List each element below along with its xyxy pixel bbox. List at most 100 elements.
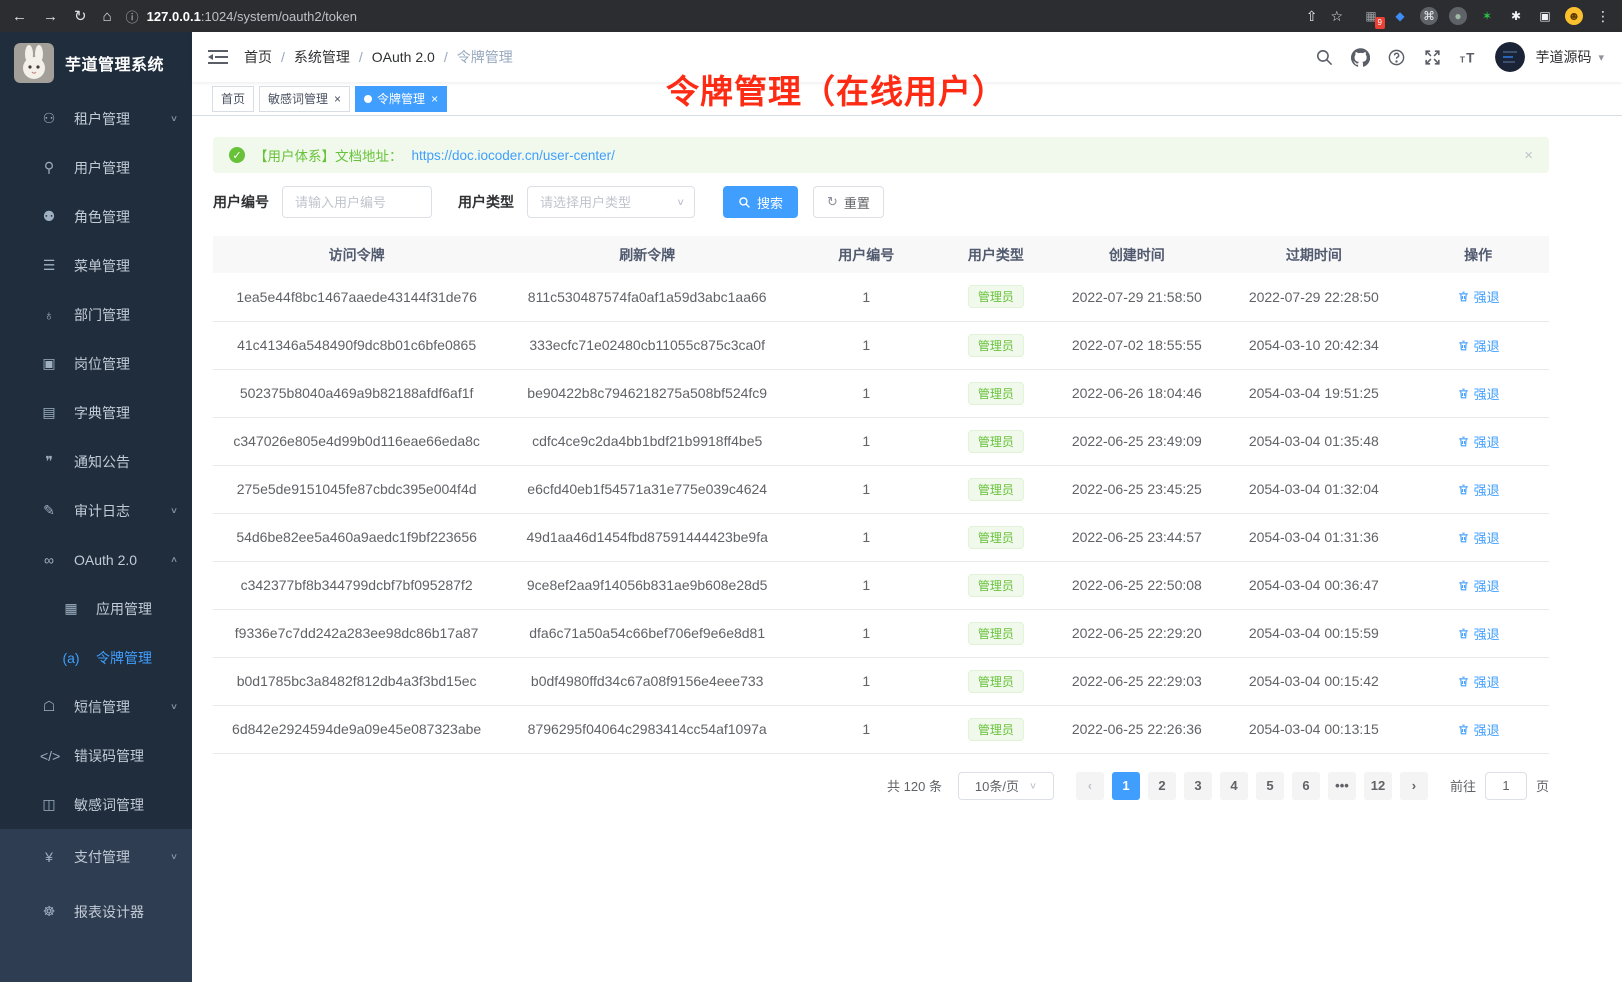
create-time-cell: 2022-06-25 23:49:09	[1053, 417, 1220, 465]
tag-item[interactable]: 首页	[212, 86, 254, 112]
search-icon[interactable]	[1315, 48, 1334, 67]
browser-extension-icon[interactable]: ●	[1449, 7, 1467, 25]
menu-item-label: 用户管理	[74, 158, 162, 178]
page-button[interactable]: ›	[1400, 772, 1428, 800]
user-type-select[interactable]: ∨	[527, 186, 695, 218]
trash-icon	[1457, 435, 1470, 448]
user-type-badge: 管理员	[968, 718, 1024, 741]
page-button[interactable]: 5	[1256, 772, 1284, 800]
force-logout-button[interactable]: 强退	[1457, 576, 1500, 595]
force-logout-button[interactable]: 强退	[1457, 720, 1500, 739]
sidebar-item[interactable]: ▤ 字典管理	[0, 388, 192, 437]
page-button[interactable]: 12	[1364, 772, 1392, 800]
bookmark-star-icon[interactable]: ☆	[1330, 8, 1343, 25]
user-avatar[interactable]	[1495, 42, 1525, 72]
table-row: 41c41346a548490f9dc8b01c6bfe0865 333ecfc…	[213, 321, 1549, 369]
alert-close-icon[interactable]: ×	[1524, 147, 1533, 164]
sidebar-menu: ⚇ 租户管理 ∨ ⚲ 用户管理 ⚉ 角色管理 ☰	[0, 94, 192, 982]
sidebar-item[interactable]: ☸ 报表设计器	[0, 884, 192, 939]
font-size-icon[interactable]: TT	[1459, 48, 1478, 67]
force-logout-button[interactable]: 强退	[1457, 384, 1500, 403]
breadcrumb-item[interactable]: 系统管理	[294, 47, 350, 67]
browser-extension-icon[interactable]: ▣	[1536, 7, 1554, 25]
app-logo[interactable]: 芋道管理系统	[0, 32, 192, 94]
page-info-icon[interactable]: ⓘ	[126, 7, 139, 26]
search-button[interactable]: 搜索	[723, 186, 798, 218]
tag-close-icon[interactable]: ×	[334, 92, 341, 106]
trash-icon	[1457, 579, 1470, 592]
sidebar-item[interactable]: ◫ 敏感词管理	[0, 780, 192, 829]
user-type-badge: 管理员	[968, 574, 1024, 597]
sidebar-item[interactable]: ✎ 审计日志 ∨	[0, 486, 192, 535]
force-logout-button[interactable]: 强退	[1457, 672, 1500, 691]
menu-item-label: 短信管理	[74, 697, 154, 717]
sidebar-item[interactable]: ❞ 通知公告	[0, 437, 192, 486]
page-button[interactable]: 1	[1112, 772, 1140, 800]
address-bar[interactable]: ⓘ 127.0.0.1:1024/system/oauth2/token	[126, 7, 1306, 26]
sidebar-item[interactable]: ¥ 支付管理 ∨	[0, 829, 192, 884]
tag-item[interactable]: 令牌管理 ×	[355, 86, 447, 112]
token-table: 访问令牌刷新令牌用户编号用户类型创建时间过期时间操作 1ea5e44f8bc14…	[213, 236, 1549, 754]
user-menu-caret-icon[interactable]: ▾	[1598, 51, 1604, 64]
browser-menu-icon[interactable]: ⋮	[1596, 8, 1610, 25]
page-button[interactable]: 3	[1184, 772, 1212, 800]
force-logout-button[interactable]: 强退	[1457, 480, 1500, 499]
sidebar-item[interactable]: ▦ 应用管理	[0, 584, 192, 633]
trash-icon	[1457, 675, 1470, 688]
reload-button[interactable]: ↻	[74, 7, 87, 25]
tag-close-icon[interactable]: ×	[431, 92, 438, 106]
goto-page-input[interactable]	[1485, 772, 1527, 800]
sidebar-item[interactable]: </> 错误码管理	[0, 731, 192, 780]
sidebar-item[interactable]: ☖ 短信管理 ∨	[0, 682, 192, 731]
sidebar-item[interactable]: ⚇ 租户管理 ∨	[0, 94, 192, 143]
doc-link[interactable]: https://doc.iocoder.cn/user-center/	[412, 148, 615, 163]
browser-extension-icon[interactable]: ▦ 9	[1362, 7, 1380, 25]
menu-item-icon: ⚉	[40, 208, 58, 225]
user-id-input[interactable]	[282, 186, 432, 218]
browser-extension-icon[interactable]: ✶	[1478, 7, 1496, 25]
sidebar-item[interactable]: ♁ 部门管理	[0, 290, 192, 339]
share-icon[interactable]: ⇧	[1306, 8, 1318, 25]
forward-button[interactable]: →	[43, 8, 58, 25]
username-label[interactable]: 芋道源码	[1535, 47, 1591, 67]
breadcrumb-item[interactable]: 令牌管理	[457, 47, 513, 67]
browser-extension-icon[interactable]: ☻	[1565, 7, 1583, 25]
github-icon[interactable]	[1351, 48, 1370, 67]
user-id-cell: 1	[794, 273, 938, 321]
force-logout-button[interactable]: 强退	[1457, 624, 1500, 643]
menu-item-icon: ▤	[40, 404, 58, 421]
table-header-cell: 用户编号	[794, 236, 938, 273]
home-button[interactable]: ⌂	[103, 8, 112, 25]
page-button[interactable]: •••	[1328, 772, 1356, 800]
user-type-select-input[interactable]	[527, 186, 695, 218]
page-button[interactable]: 2	[1148, 772, 1176, 800]
sidebar-collapse-icon[interactable]	[208, 47, 228, 67]
page-button[interactable]: ‹	[1076, 772, 1104, 800]
user-type-badge: 管理员	[968, 334, 1024, 357]
page-button[interactable]: 4	[1220, 772, 1248, 800]
page-button[interactable]: 6	[1292, 772, 1320, 800]
browser-extension-icon[interactable]: ◆	[1391, 7, 1409, 25]
sidebar-item[interactable]: ∞ OAuth 2.0 ∧	[0, 535, 192, 584]
back-button[interactable]: ←	[12, 8, 27, 25]
breadcrumb-item[interactable]: 首页	[244, 47, 272, 67]
page-size-select[interactable]: 10条/页 ∨	[958, 772, 1054, 800]
browser-extension-icon[interactable]: ⌘	[1420, 7, 1438, 25]
trash-icon	[1457, 290, 1470, 303]
force-logout-button[interactable]: 强退	[1457, 432, 1500, 451]
sidebar-item[interactable]: ⚲ 用户管理	[0, 143, 192, 192]
extension-badge: 9	[1375, 17, 1385, 29]
reset-button[interactable]: ↻ 重置	[813, 186, 884, 218]
tag-item[interactable]: 敏感词管理 ×	[259, 86, 350, 112]
sidebar-item[interactable]: ☰ 菜单管理	[0, 241, 192, 290]
force-logout-button[interactable]: 强退	[1457, 528, 1500, 547]
breadcrumb-item[interactable]: OAuth 2.0	[372, 49, 435, 65]
sidebar-item[interactable]: ▣ 岗位管理	[0, 339, 192, 388]
help-icon[interactable]	[1387, 48, 1406, 67]
fullscreen-icon[interactable]	[1423, 48, 1442, 67]
sidebar-item[interactable]: ⚉ 角色管理	[0, 192, 192, 241]
sidebar-item[interactable]: (a) 令牌管理	[0, 633, 192, 682]
force-logout-button[interactable]: 强退	[1457, 287, 1500, 306]
force-logout-button[interactable]: 强退	[1457, 336, 1500, 355]
browser-extension-icon[interactable]: ✱	[1507, 7, 1525, 25]
